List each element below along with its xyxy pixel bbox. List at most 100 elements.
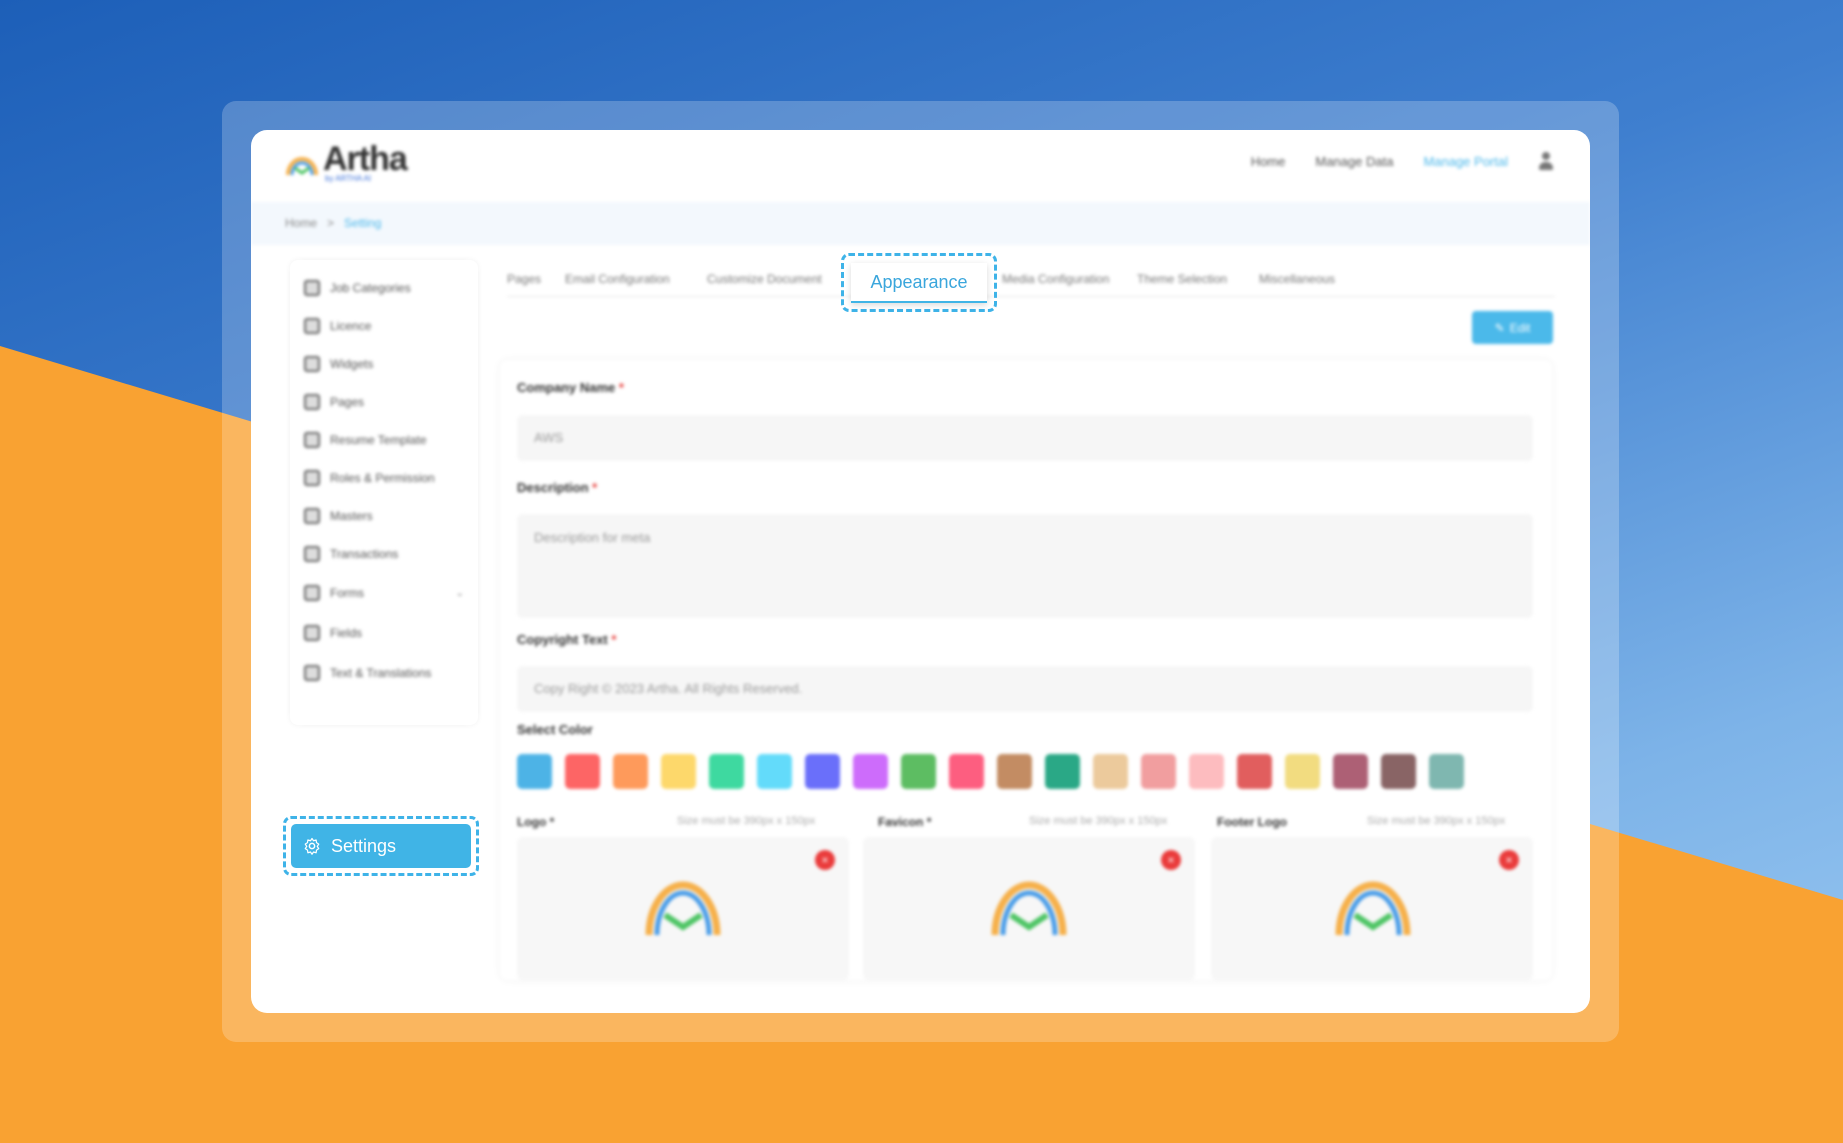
top-nav: Home Manage Data Manage Portal — [1251, 152, 1554, 170]
tab-theme-selection[interactable]: Theme Selection — [1137, 272, 1227, 286]
sidebar-item-label: Fields — [330, 626, 363, 640]
copyright-label: Copyright Text * — [517, 632, 617, 647]
sidebar-item-label: Transactions — [330, 547, 399, 561]
tab-customize-document[interactable]: Customize Document — [707, 272, 822, 286]
brand-name: Artha — [323, 140, 408, 178]
forms-icon — [304, 585, 320, 601]
description-label: Description * — [517, 480, 598, 495]
translate-icon — [304, 665, 320, 681]
gear-icon — [304, 837, 320, 855]
color-swatch[interactable] — [517, 754, 552, 789]
color-swatch[interactable] — [997, 754, 1032, 789]
favicon-label: Favicon * — [878, 815, 932, 829]
color-swatch[interactable] — [1333, 754, 1368, 789]
settings-highlight: Settings — [283, 816, 479, 876]
settings-tabs: Pages Email Configuration Customize Docu… — [507, 268, 1555, 297]
sidebar-item-fields[interactable]: Fields — [304, 625, 464, 641]
remove-favicon-button[interactable]: × — [1161, 850, 1181, 870]
app-window: Artha by ARTHA AI Home Manage Data Manag… — [251, 130, 1590, 1013]
tab-media-configuration[interactable]: Media Configuration — [1002, 272, 1109, 286]
sidebar-item-label: Job Categories — [330, 281, 411, 295]
breadcrumb-home[interactable]: Home — [285, 216, 317, 230]
artha-logo-icon — [286, 157, 318, 176]
color-swatch[interactable] — [661, 754, 696, 789]
sidebar-item-label: Widgets — [330, 357, 374, 371]
remove-logo-button[interactable]: × — [815, 850, 835, 870]
grid-icon — [304, 508, 320, 524]
tab-appearance[interactable]: Appearance — [851, 263, 987, 303]
sidebar-item-transactions[interactable]: Transactions — [304, 546, 464, 562]
transactions-icon — [304, 546, 320, 562]
color-swatch[interactable] — [1381, 754, 1416, 789]
color-swatch[interactable] — [949, 754, 984, 789]
company-name-input[interactable]: AWS — [517, 415, 1533, 461]
appearance-highlight: Appearance — [841, 253, 997, 312]
sidebar: Job Categories Licence Widgets Pages Res… — [283, 260, 479, 876]
description-textarea[interactable]: Description for meta — [517, 514, 1533, 618]
edit-icon: ✎ — [1494, 320, 1505, 335]
sidebar-item-widgets[interactable]: Widgets — [304, 356, 464, 372]
sidebar-item-text-translations[interactable]: Text & Translations — [304, 665, 464, 681]
color-swatch[interactable] — [757, 754, 792, 789]
color-swatch[interactable] — [805, 754, 840, 789]
sidebar-item-resume-template[interactable]: Resume Template — [304, 432, 464, 448]
briefcase-icon — [304, 280, 320, 296]
sidebar-item-label: Forms — [330, 586, 364, 600]
color-swatch[interactable] — [1141, 754, 1176, 789]
logo-label: Logo * — [517, 815, 555, 829]
color-swatch[interactable] — [1285, 754, 1320, 789]
sidebar-item-masters[interactable]: Masters — [304, 508, 464, 524]
sidebar-item-settings[interactable]: Settings — [291, 824, 471, 868]
color-swatch[interactable] — [1045, 754, 1080, 789]
color-swatch[interactable] — [1093, 754, 1128, 789]
color-swatch[interactable] — [709, 754, 744, 789]
nav-home[interactable]: Home — [1251, 154, 1286, 169]
remove-footer-logo-button[interactable]: × — [1499, 850, 1519, 870]
tab-miscellaneous[interactable]: Miscellaneous — [1259, 272, 1335, 286]
sidebar-item-licence[interactable]: Licence — [304, 318, 464, 334]
document-icon — [304, 432, 320, 448]
breadcrumb-bar: Home > Setting — [251, 202, 1590, 245]
sidebar-item-forms[interactable]: Forms ⌄ — [304, 585, 464, 601]
logo-preview-image — [645, 881, 721, 936]
sidebar-item-label: Roles & Permission — [330, 471, 435, 485]
nav-manage-portal[interactable]: Manage Portal — [1423, 154, 1508, 169]
logo-upload-box[interactable]: × — [517, 837, 849, 980]
roles-icon — [304, 470, 320, 486]
sidebar-item-label: Text & Translations — [330, 666, 432, 680]
breadcrumb-separator: > — [327, 216, 335, 230]
pages-icon — [304, 394, 320, 410]
color-swatch[interactable] — [1237, 754, 1272, 789]
user-icon[interactable] — [1538, 152, 1554, 170]
sidebar-item-job-categories[interactable]: Job Categories — [304, 280, 464, 296]
sidebar-item-label: Masters — [330, 509, 373, 523]
color-swatch[interactable] — [853, 754, 888, 789]
edit-button[interactable]: ✎ Edit — [1472, 311, 1553, 344]
company-name-label: Company Name * — [517, 380, 624, 395]
copyright-input[interactable]: Copy Right © 2023 Artha. All Rights Rese… — [517, 666, 1533, 712]
tab-email-configuration[interactable]: Email Configuration — [565, 272, 670, 286]
color-swatch[interactable] — [613, 754, 648, 789]
favicon-preview-image — [991, 881, 1067, 936]
color-swatch[interactable] — [901, 754, 936, 789]
color-swatch[interactable] — [1429, 754, 1464, 789]
footer-logo-preview-image — [1335, 881, 1411, 936]
brand-logo[interactable]: Artha — [285, 140, 408, 178]
color-swatch[interactable] — [565, 754, 600, 789]
tab-pages[interactable]: Pages — [507, 272, 541, 286]
sidebar-item-label: Licence — [330, 319, 372, 333]
footer-logo-size-hint: Size must be 390px x 150px — [1367, 815, 1506, 827]
favicon-upload-box[interactable]: × — [863, 837, 1195, 980]
sidebar-item-pages[interactable]: Pages — [304, 394, 464, 410]
brand-subtitle: by ARTHA AI — [325, 174, 372, 183]
sidebar-item-label: Settings — [331, 835, 397, 856]
color-swatch[interactable] — [1189, 754, 1224, 789]
footer-logo-upload-box[interactable]: × — [1211, 837, 1533, 980]
sidebar-item-roles-permission[interactable]: Roles & Permission — [304, 470, 464, 486]
footer-logo-label: Footer Logo — [1217, 815, 1287, 829]
chevron-down-icon[interactable]: ⌄ — [456, 588, 464, 599]
appearance-form: Company Name * AWS Description * Descrip… — [500, 360, 1552, 980]
sidebar-item-label: Pages — [330, 395, 365, 409]
color-swatches — [517, 754, 1464, 789]
nav-manage-data[interactable]: Manage Data — [1315, 154, 1393, 169]
